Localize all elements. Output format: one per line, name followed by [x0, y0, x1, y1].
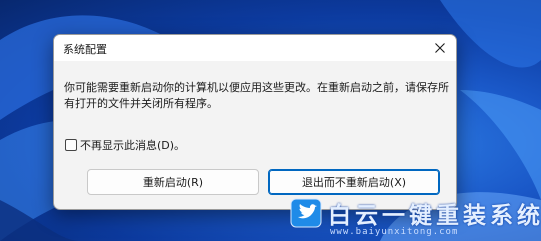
close-button[interactable]	[424, 35, 456, 61]
system-config-dialog: 系统配置 你可能需要重新启动你的计算机以便应用这些更改。在重新启动之前，请保存所…	[53, 34, 457, 210]
watermark-url: www.baiyunxitong.com	[330, 227, 459, 237]
close-icon	[435, 43, 445, 53]
dont-show-again-label[interactable]: 不再显示此消息(D)。	[80, 137, 185, 153]
restart-button[interactable]: 重新启动(R)	[87, 169, 259, 195]
site-watermark: 白云一键重装系统 www.baiyunxitong.com	[290, 196, 541, 241]
exit-without-restart-button[interactable]: 退出而不重新启动(X)	[268, 169, 440, 195]
dialog-titlebar[interactable]: 系统配置	[54, 35, 456, 61]
desktop-wallpaper: 系统配置 你可能需要重新启动你的计算机以便应用这些更改。在重新启动之前，请保存所…	[0, 0, 541, 241]
watermark-site-name: 白云一键重装系统	[328, 203, 541, 229]
bird-logo-icon	[290, 198, 322, 228]
dialog-message: 你可能需要重新启动你的计算机以便应用这些更改。在重新启动之前，请保存所有打开的文…	[64, 81, 449, 110]
dialog-title: 系统配置	[63, 43, 107, 56]
dont-show-again-checkbox[interactable]	[65, 139, 77, 151]
